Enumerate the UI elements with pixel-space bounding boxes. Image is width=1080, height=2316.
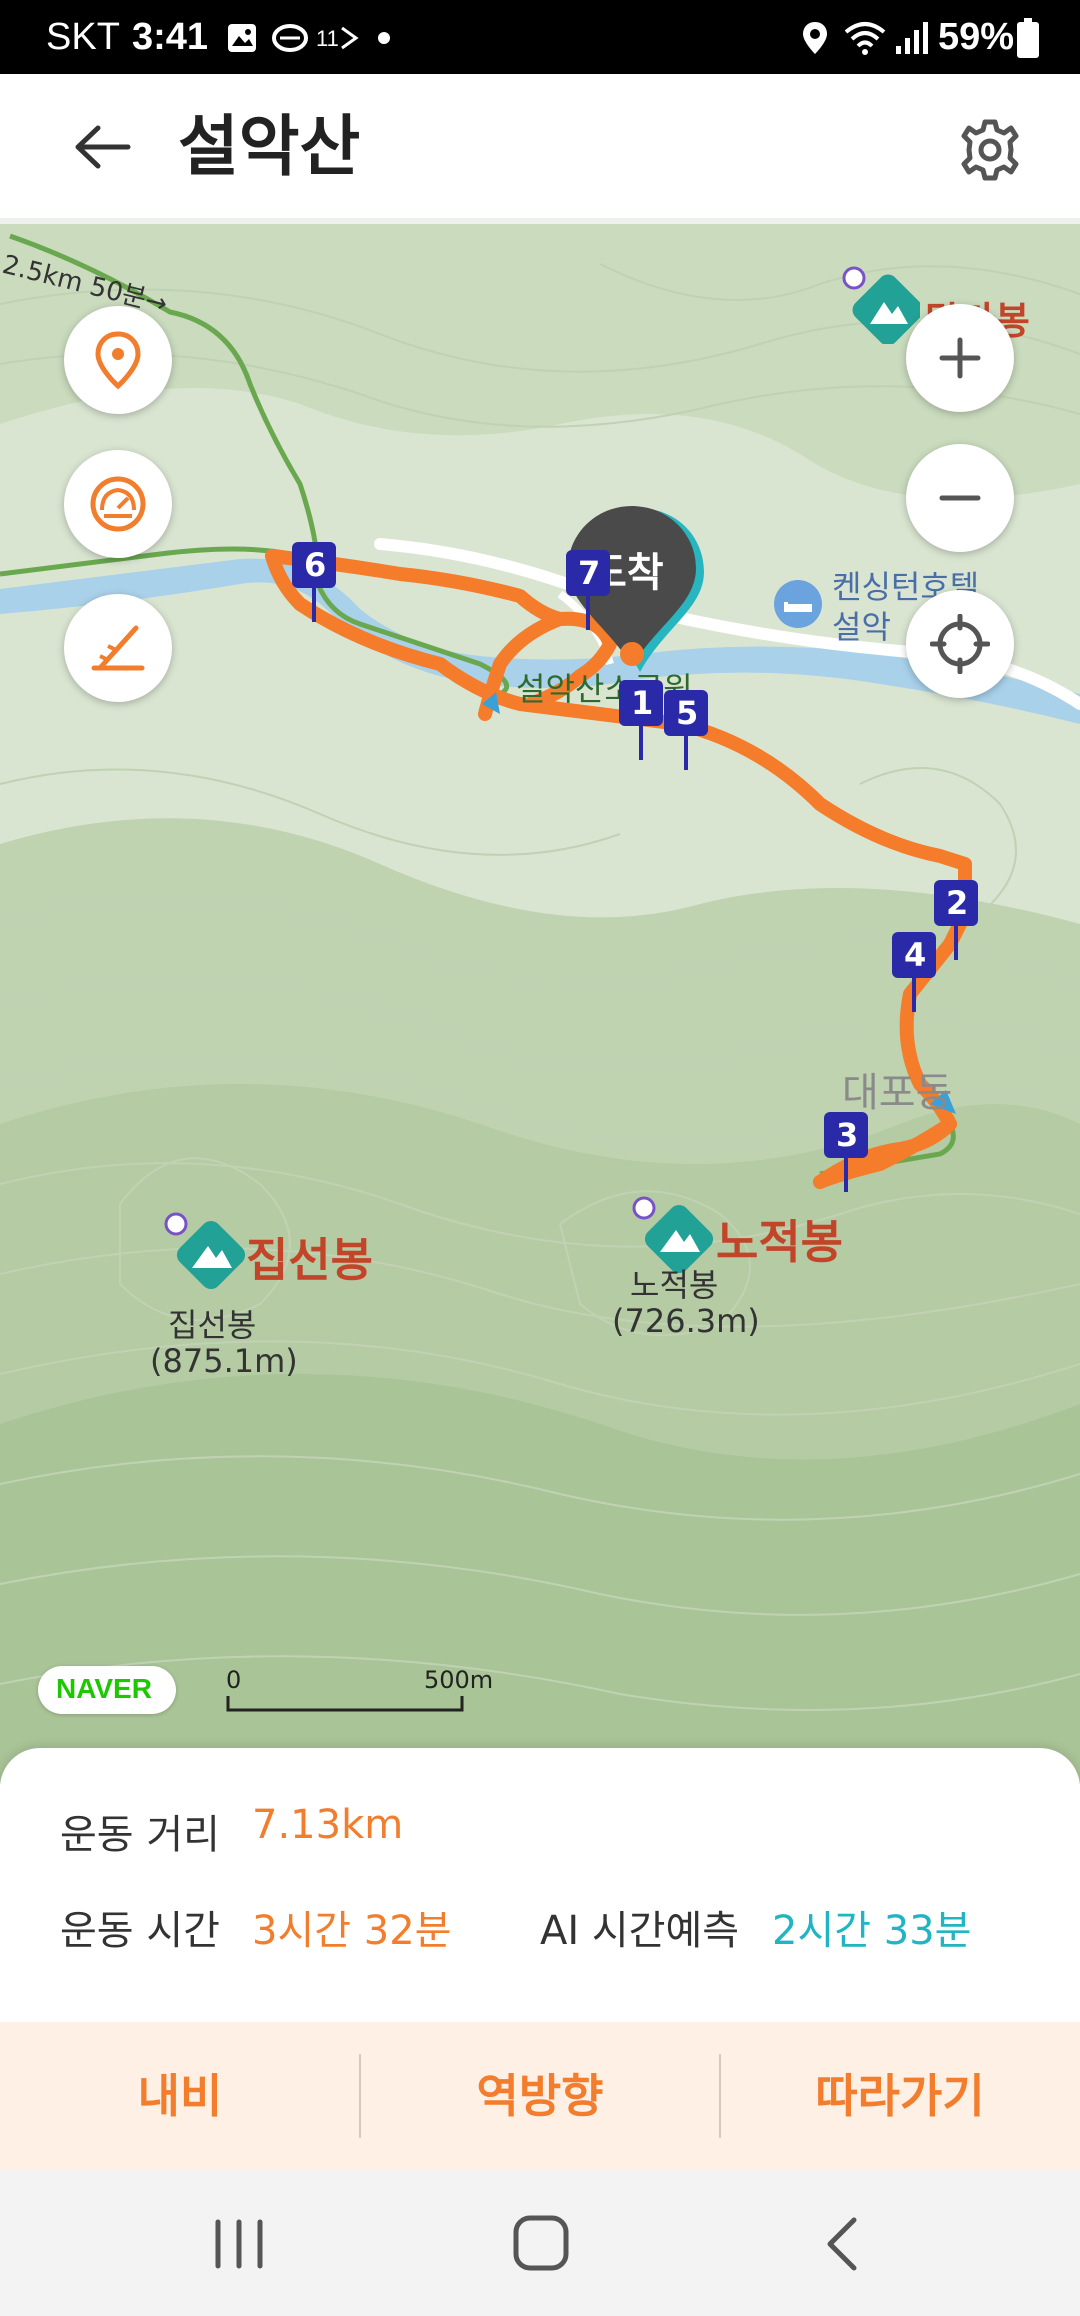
marker-label-5: 5	[676, 694, 699, 732]
route-marker-3[interactable]: 3	[824, 1112, 868, 1196]
route-marker-6[interactable]: 6	[292, 542, 336, 626]
route-marker-2[interactable]: 2	[934, 880, 978, 964]
slope-icon	[91, 625, 145, 671]
peak-icon-dalma	[842, 266, 920, 344]
speedometer-icon	[90, 476, 146, 532]
ai-prediction-value: 2시간 33분	[772, 1908, 972, 1954]
recent-apps-icon[interactable]	[212, 2218, 266, 2270]
route-marker-7[interactable]: 7	[566, 550, 610, 634]
stats-sheet: 운동 거리 7.13km 운동 시간 3시간 32분 AI 시간예측 2시간 3…	[0, 1748, 1080, 2024]
current-location-button[interactable]	[906, 590, 1014, 698]
arrow-left-icon[interactable]	[72, 124, 132, 170]
time-value: 3시간 32분	[252, 1908, 452, 1954]
location-icon	[803, 22, 827, 54]
gear-icon[interactable]	[958, 118, 1022, 182]
image-icon	[228, 24, 256, 52]
marker-label-4: 4	[904, 936, 927, 974]
route-marker-1[interactable]: 1	[619, 680, 663, 764]
my-location-pin-button[interactable]	[64, 306, 172, 414]
speed-button[interactable]	[64, 450, 172, 558]
poi-nojeok-name: 노적봉	[630, 1266, 719, 1304]
peak-icon-jipseon	[164, 1212, 246, 1290]
action-bar: 내비 역방향 따라가기	[0, 2022, 1080, 2170]
poi-jipseon-name: 집선봉	[168, 1306, 257, 1344]
marker-label-3: 3	[836, 1116, 859, 1154]
ai-prediction-label: AI 시간예측	[540, 1908, 740, 1954]
poi-daepo[interactable]: 대포동	[842, 1060, 952, 1118]
11st-icon: 11	[316, 26, 359, 51]
status-bar: SKT 3:41 11 59%	[0, 0, 1080, 74]
navi-button[interactable]: 내비	[0, 2022, 360, 2170]
route-marker-5[interactable]: 5	[664, 690, 708, 774]
route-marker-4[interactable]: 4	[892, 932, 936, 1016]
back-icon[interactable]	[822, 2216, 862, 2272]
poi-jipseon-title[interactable]: 집선봉	[246, 1224, 373, 1290]
time-label: 운동 시간	[60, 1908, 220, 1954]
home-icon[interactable]	[512, 2214, 570, 2272]
carrier-label: SKT	[46, 16, 120, 58]
hotel-icon	[774, 580, 822, 628]
scale-end: 500m	[424, 1666, 494, 1694]
distance-value: 7.13km	[252, 1802, 404, 1848]
svg-text:11: 11	[316, 26, 339, 51]
marker-label-7: 7	[578, 554, 601, 592]
run-icon	[272, 24, 308, 52]
marker-label-2: 2	[946, 884, 969, 922]
scale-start: 0	[226, 1666, 242, 1694]
zoom-in-icon	[939, 337, 981, 379]
location-pin-icon	[95, 331, 141, 390]
battery-icon	[1017, 18, 1039, 58]
poi-nojeok-height: (726.3m)	[612, 1302, 760, 1340]
marker-label-6: 6	[304, 546, 327, 584]
follow-button[interactable]: 따라가기	[720, 2022, 1080, 2170]
naver-logo-text: NAVER	[56, 1673, 152, 1704]
marker-label-1: 1	[631, 684, 654, 722]
app-header: 설악산	[0, 74, 1080, 220]
page-title: 설악산	[178, 108, 361, 185]
system-nav-bar	[0, 2170, 1080, 2316]
slope-button[interactable]	[64, 594, 172, 702]
distance-label: 운동 거리	[60, 1812, 220, 1858]
zoom-in-button[interactable]	[906, 304, 1014, 412]
zoom-out-icon	[939, 495, 981, 501]
clock: 3:41	[132, 16, 209, 58]
zoom-out-button[interactable]	[906, 444, 1014, 552]
poi-nojeok-title[interactable]: 노적봉	[716, 1206, 843, 1272]
poi-jipseon-height: (875.1m)	[150, 1342, 298, 1380]
battery-percent: 59%	[938, 16, 1015, 58]
reverse-button[interactable]: 역방향	[360, 2022, 720, 2170]
map-view[interactable]: 2.5km 50분→ 달마봉 켄싱턴호텔 설악 설악산소공원 대포동 집선봉 집…	[0, 224, 1080, 1784]
poi-hotel-line2[interactable]: 설악	[832, 602, 891, 648]
dot-icon	[378, 32, 390, 44]
wifi-icon	[844, 22, 886, 55]
signal-icon	[896, 22, 928, 54]
scale-bar	[226, 1696, 464, 1712]
naver-logo: NAVER	[38, 1666, 176, 1714]
crosshair-icon	[930, 614, 990, 674]
